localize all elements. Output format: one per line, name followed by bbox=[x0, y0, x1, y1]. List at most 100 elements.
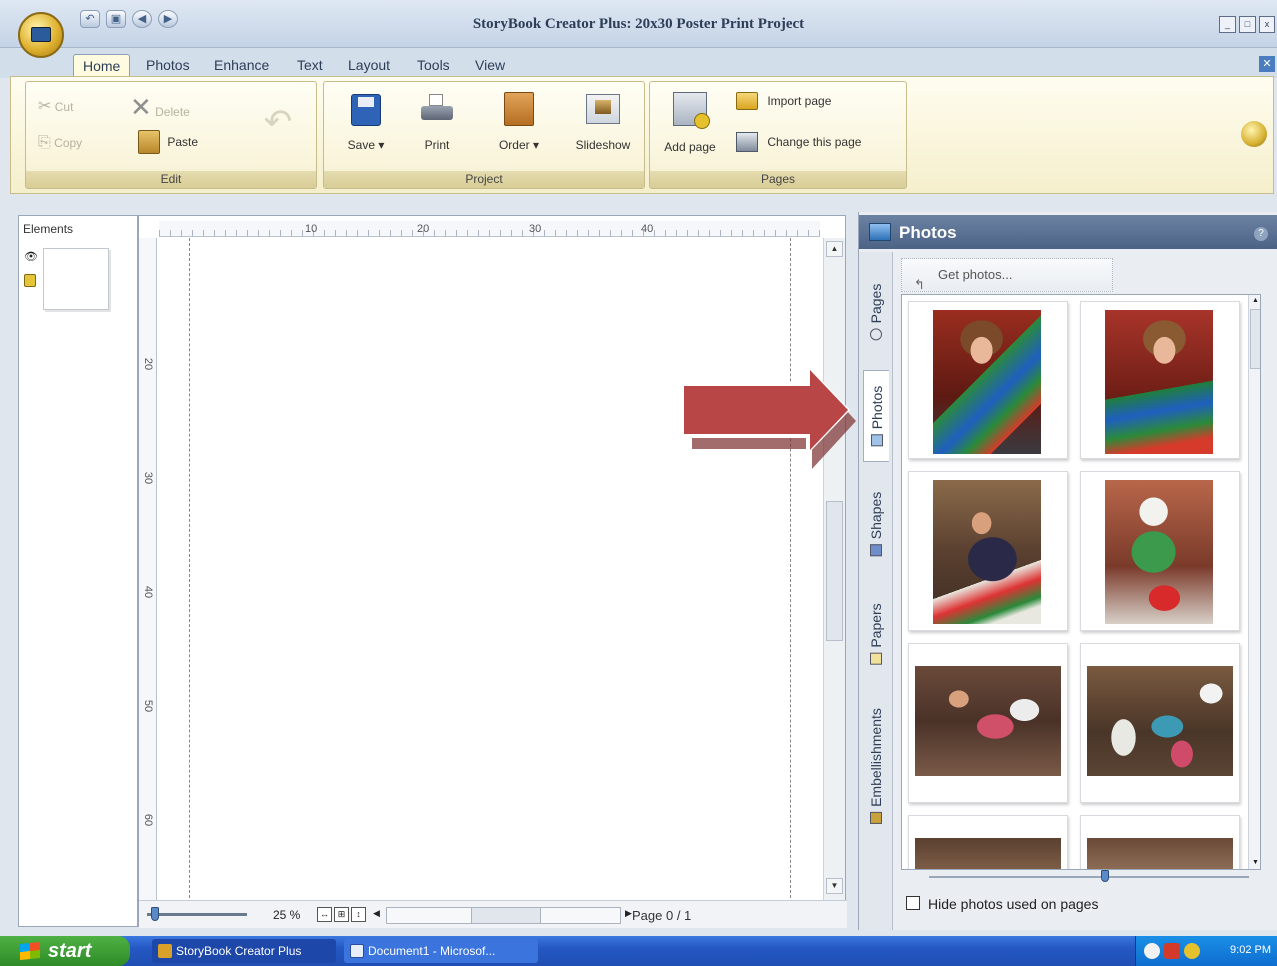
tab-text[interactable]: Text bbox=[288, 54, 332, 76]
add-page-icon bbox=[673, 92, 710, 129]
pages-group-label: Pages bbox=[650, 171, 906, 188]
maximize-button[interactable]: □ bbox=[1239, 16, 1256, 33]
tab-layout[interactable]: Layout bbox=[339, 54, 399, 76]
ribbon-settings-icon[interactable] bbox=[1241, 121, 1267, 147]
tab-shapes-label: Shapes bbox=[868, 491, 884, 540]
elements-title: Elements bbox=[23, 222, 74, 236]
tab-embellishments[interactable]: Embellishments bbox=[863, 688, 889, 844]
scroll-down-arrow-icon[interactable]: ▼ bbox=[1249, 857, 1260, 869]
import-page-button[interactable]: Import page bbox=[736, 92, 896, 110]
taskbar-item-storybook[interactable]: StoryBook Creator Plus bbox=[152, 939, 336, 963]
photo-image bbox=[1105, 310, 1213, 454]
add-page-button[interactable]: Add page bbox=[658, 92, 722, 154]
delete-button[interactable]: ✕ Delete bbox=[130, 92, 220, 123]
photo-thumbnail[interactable] bbox=[908, 301, 1068, 459]
photo-thumbnail[interactable] bbox=[908, 815, 1068, 869]
save-button[interactable]: Save ▾ bbox=[338, 94, 394, 152]
lock-icon[interactable] bbox=[24, 274, 36, 287]
tab-papers-label: Papers bbox=[868, 603, 884, 648]
ruler-mark: 40 bbox=[142, 585, 155, 599]
cut-button[interactable]: ✂ Cut bbox=[38, 96, 108, 116]
scroll-up-arrow-icon[interactable]: ▲ bbox=[1249, 295, 1260, 307]
scrollbar-thumb[interactable] bbox=[1250, 309, 1260, 369]
scroll-down-arrow-icon[interactable]: ▼ bbox=[826, 878, 843, 894]
photo-image bbox=[933, 310, 1041, 454]
paste-button[interactable]: Paste bbox=[138, 130, 238, 154]
ruler-mark: 20 bbox=[417, 223, 430, 235]
ruler-mark: 60 bbox=[142, 813, 155, 827]
photos-panel-title: Photos bbox=[899, 223, 957, 242]
print-button[interactable]: Print bbox=[412, 94, 462, 152]
change-page-button[interactable]: Change this page bbox=[736, 132, 906, 152]
thumbnail-size-slider-thumb[interactable] bbox=[1101, 870, 1109, 882]
help-icon[interactable]: ? bbox=[1254, 227, 1268, 241]
tab-enhance[interactable]: Enhance bbox=[205, 54, 278, 76]
get-photos-button[interactable]: ↰ Get photos... bbox=[901, 258, 1113, 292]
printer-icon bbox=[421, 94, 453, 122]
photo-grid-scrollbar[interactable]: ▲ ▼ bbox=[1248, 295, 1260, 869]
fit-page-icon[interactable]: ⊞ bbox=[334, 907, 349, 922]
scrollbar-thumb[interactable] bbox=[826, 501, 843, 641]
tab-pages[interactable]: Pages bbox=[863, 260, 889, 364]
photo-thumbnail[interactable] bbox=[1080, 643, 1240, 803]
tab-photos-panel[interactable]: Photos bbox=[863, 370, 889, 462]
security-shield-icon[interactable] bbox=[1184, 943, 1200, 959]
photo-thumbnail[interactable] bbox=[1080, 815, 1240, 869]
tab-view[interactable]: View bbox=[466, 54, 514, 76]
annotation-arrow bbox=[680, 364, 856, 469]
fit-width-icon[interactable]: ↔ bbox=[317, 907, 332, 922]
tab-tools[interactable]: Tools bbox=[408, 54, 459, 76]
project-group-label: Project bbox=[324, 171, 644, 188]
start-button[interactable]: start bbox=[0, 936, 130, 966]
zoom-slider[interactable] bbox=[147, 907, 247, 921]
photo-tab-icon bbox=[870, 434, 883, 447]
minimize-button[interactable]: _ bbox=[1219, 16, 1236, 33]
order-button[interactable]: Order ▾ bbox=[484, 92, 554, 152]
menu-tabs: Home Photos Enhance Text Layout Tools Vi… bbox=[0, 48, 1277, 78]
tab-home[interactable]: Home bbox=[73, 54, 131, 76]
photo-grid: ▲ ▼ bbox=[901, 294, 1261, 870]
photo-thumbnail[interactable] bbox=[908, 471, 1068, 631]
add-page-label: Add page bbox=[664, 140, 716, 154]
embellishments-icon bbox=[870, 811, 882, 824]
tab-shapes[interactable]: Shapes bbox=[863, 474, 889, 574]
start-label: start bbox=[48, 940, 92, 962]
scroll-left-arrow-icon[interactable]: ◀ bbox=[369, 907, 384, 922]
tab-papers[interactable]: Papers bbox=[863, 584, 889, 684]
delete-label: Delete bbox=[155, 105, 190, 119]
photo-thumbnail[interactable] bbox=[1080, 301, 1240, 459]
scrollbar-thumb[interactable] bbox=[471, 907, 541, 924]
scroll-up-arrow-icon[interactable]: ▲ bbox=[826, 241, 843, 257]
get-photos-label: Get photos... bbox=[938, 267, 1013, 282]
change-page-icon bbox=[736, 132, 758, 152]
photo-image bbox=[915, 666, 1061, 776]
tab-photos[interactable]: Photos bbox=[137, 54, 199, 76]
ruler-mark: 40 bbox=[641, 223, 654, 235]
tray-expand-icon[interactable] bbox=[1144, 943, 1160, 959]
clock: 9:02 PM bbox=[1230, 944, 1271, 956]
app-menu-button[interactable] bbox=[18, 12, 64, 58]
zoom-slider-thumb[interactable] bbox=[151, 907, 159, 921]
hide-used-photos-checkbox[interactable] bbox=[906, 896, 920, 910]
eye-icon[interactable]: 👁 bbox=[24, 252, 38, 263]
photos-panel-header: Photos ? bbox=[859, 215, 1277, 249]
taskbar-item-document[interactable]: Document1 - Microsof... bbox=[344, 939, 538, 963]
close-button[interactable]: x bbox=[1259, 16, 1275, 33]
canvas-vertical-scrollbar[interactable]: ▲ ▼ bbox=[823, 238, 845, 910]
fit-height-icon[interactable]: ↕ bbox=[351, 907, 366, 922]
photo-thumbnail[interactable] bbox=[908, 643, 1068, 803]
language-icon[interactable] bbox=[1164, 943, 1180, 959]
ribbon-group-pages: Add page Import page Change this page Pa… bbox=[649, 81, 907, 189]
copy-button[interactable]: ⎘ Copy bbox=[38, 134, 108, 152]
canvas-horizontal-scrollbar[interactable] bbox=[386, 907, 621, 924]
slideshow-button[interactable]: Slideshow bbox=[566, 94, 640, 152]
photo-thumbnail[interactable] bbox=[1080, 471, 1240, 631]
edit-group-label: Edit bbox=[26, 171, 316, 188]
element-thumbnail[interactable] bbox=[43, 248, 109, 310]
page-canvas[interactable] bbox=[189, 238, 791, 908]
window-title: StoryBook Creator Plus: 20x30 Poster Pri… bbox=[472, 16, 805, 32]
undo-large-icon[interactable]: ↶ bbox=[256, 102, 300, 142]
ruler-left: 20 30 40 50 60 bbox=[139, 238, 157, 910]
thumbnail-size-slider[interactable] bbox=[929, 876, 1249, 878]
ribbon-close-icon[interactable]: ✕ bbox=[1259, 56, 1275, 72]
